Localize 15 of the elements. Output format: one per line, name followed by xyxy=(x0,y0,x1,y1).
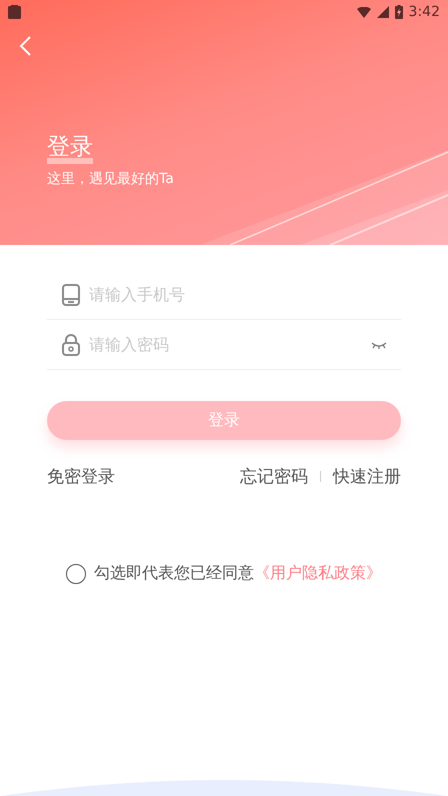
agreement-text: 勾选即代表您已经同意 xyxy=(94,563,254,584)
status-time: 3:42 xyxy=(408,4,440,20)
agreement-checkbox[interactable] xyxy=(66,564,86,584)
forgot-password-link[interactable]: 忘记密码 xyxy=(240,465,308,488)
lock-icon xyxy=(62,334,80,356)
signal-icon xyxy=(376,6,389,18)
eye-closed-icon[interactable] xyxy=(371,340,387,348)
wifi-icon xyxy=(356,6,371,18)
passwordless-login-link[interactable]: 免密登录 xyxy=(47,465,115,488)
register-link[interactable]: 快速注册 xyxy=(333,465,401,488)
battery-icon xyxy=(394,5,403,19)
notification-icon xyxy=(8,5,21,19)
phone-icon xyxy=(62,284,80,306)
page-title: 登录 xyxy=(47,134,93,160)
page-subtitle: 这里，遇见最好的Ta xyxy=(47,170,175,188)
